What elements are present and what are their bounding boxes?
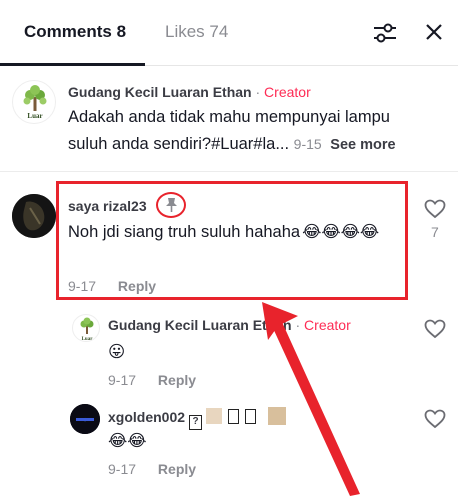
tree-logo-icon: Luar bbox=[80, 317, 94, 342]
avatar-image-icon bbox=[12, 194, 56, 238]
reply-author[interactable]: xgolden002? bbox=[108, 407, 287, 430]
reply-date: 9-17 bbox=[108, 461, 137, 477]
unknown-glyph-icon bbox=[228, 409, 240, 424]
see-more-link[interactable]: See more bbox=[330, 137, 395, 153]
unknown-glyph-icon bbox=[206, 408, 223, 424]
heart-outline-icon[interactable] bbox=[424, 199, 446, 219]
tree-logo-icon: Luar bbox=[23, 85, 47, 120]
heart-outline-icon[interactable] bbox=[424, 409, 446, 429]
reply-button[interactable]: Reply bbox=[158, 461, 196, 477]
comment-date: 9-15 bbox=[293, 136, 322, 152]
sliders-icon[interactable] bbox=[372, 22, 398, 44]
creator-badge: Creator bbox=[304, 317, 351, 333]
avatar[interactable]: Luar bbox=[72, 314, 100, 342]
reply-text: 😂😂 bbox=[108, 432, 147, 450]
divider bbox=[0, 171, 458, 172]
like-count: 7 bbox=[431, 224, 439, 240]
reply-button[interactable]: Reply bbox=[158, 372, 196, 388]
avatar[interactable] bbox=[12, 194, 56, 238]
comment-author[interactable]: Gudang Kecil Luaran Ethan · Creator bbox=[68, 84, 311, 100]
reply-meta: 9-17 Reply bbox=[108, 372, 196, 388]
reply-date: 9-17 bbox=[108, 372, 137, 388]
active-tab-indicator bbox=[0, 63, 145, 66]
comment-text: Adakah anda tidak mahu mempunyai lampu s… bbox=[68, 108, 396, 153]
heart-outline-icon[interactable] bbox=[424, 319, 446, 339]
comments-header: Comments 8 Likes 74 bbox=[0, 0, 458, 66]
svg-text:Luar: Luar bbox=[82, 337, 94, 342]
svg-text:Luar: Luar bbox=[27, 112, 42, 120]
creator-badge: Creator bbox=[264, 84, 311, 100]
reply-text: 😛 bbox=[108, 343, 126, 361]
annotation-highlight-box bbox=[56, 181, 408, 300]
close-icon[interactable] bbox=[424, 22, 444, 42]
avatar[interactable]: Luar bbox=[12, 80, 56, 124]
avatar-image-icon: ✦ bbox=[70, 404, 100, 434]
tab-comments[interactable]: Comments 8 bbox=[24, 22, 126, 42]
unknown-glyph-icon bbox=[268, 407, 287, 425]
reply-author[interactable]: Gudang Kecil Luaran Ethan · Creator bbox=[108, 317, 351, 333]
tab-likes[interactable]: Likes 74 bbox=[165, 22, 228, 42]
unknown-glyph-icon bbox=[245, 409, 257, 424]
avatar[interactable]: ✦ bbox=[70, 404, 100, 434]
reply-meta: 9-17 Reply bbox=[108, 461, 196, 477]
unknown-glyph-icon: ? bbox=[189, 415, 203, 430]
annotation-pin-circle bbox=[156, 192, 186, 218]
